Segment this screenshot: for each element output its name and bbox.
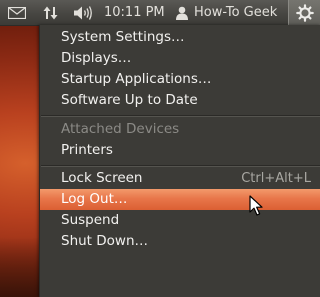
menu-item-displays[interactable]: Displays… bbox=[40, 48, 320, 69]
menu-item-shortcut: Ctrl+Alt+L bbox=[241, 171, 311, 186]
session-menu-button[interactable] bbox=[288, 0, 320, 25]
menu-separator bbox=[41, 165, 320, 167]
menu-item-label: Lock Screen bbox=[61, 170, 143, 186]
menu-item-label: Software Up to Date bbox=[61, 92, 198, 108]
menu-item-label: Log Out… bbox=[61, 191, 128, 207]
menu-item-label: Suspend bbox=[61, 212, 120, 228]
menu-item-printers[interactable]: Printers bbox=[40, 140, 320, 161]
mouse-cursor-icon bbox=[249, 195, 263, 216]
menu-item-shut-down[interactable]: Shut Down… bbox=[40, 231, 320, 252]
menu-item-lock-screen[interactable]: Lock Screen Ctrl+Alt+L bbox=[40, 168, 320, 189]
menu-item-label: Startup Applications… bbox=[61, 71, 212, 87]
power-icon bbox=[295, 3, 314, 22]
menu-item-label: Displays… bbox=[61, 50, 132, 66]
menu-item-label: System Settings… bbox=[61, 29, 185, 45]
menu-separator bbox=[41, 115, 320, 117]
user-name: How-To Geek bbox=[194, 5, 278, 20]
top-panel: 10:11 PM How-To Geek bbox=[0, 0, 320, 26]
menu-item-software-up-to-date[interactable]: Software Up to Date bbox=[40, 90, 320, 111]
menu-item-label: Shut Down… bbox=[61, 233, 149, 249]
menu-item-system-settings[interactable]: System Settings… bbox=[40, 27, 320, 48]
clock-time: 10:11 PM bbox=[104, 5, 165, 20]
clock[interactable]: 10:11 PM bbox=[104, 0, 170, 25]
menu-item-suspend[interactable]: Suspend bbox=[40, 210, 320, 231]
menu-item-label: Printers bbox=[61, 142, 113, 158]
menu-item-startup-applications[interactable]: Startup Applications… bbox=[40, 69, 320, 90]
mail-icon[interactable] bbox=[6, 0, 28, 25]
user-menu[interactable]: How-To Geek bbox=[176, 0, 284, 25]
menu-item-log-out[interactable]: Log Out… bbox=[40, 189, 320, 210]
network-icon[interactable] bbox=[40, 0, 62, 25]
user-icon bbox=[176, 6, 188, 20]
volume-icon[interactable] bbox=[72, 0, 94, 25]
menu-header-attached-devices: Attached Devices bbox=[40, 119, 320, 140]
session-menu: System Settings… Displays… Startup Appli… bbox=[39, 25, 320, 297]
menu-item-label: Attached Devices bbox=[61, 121, 180, 137]
